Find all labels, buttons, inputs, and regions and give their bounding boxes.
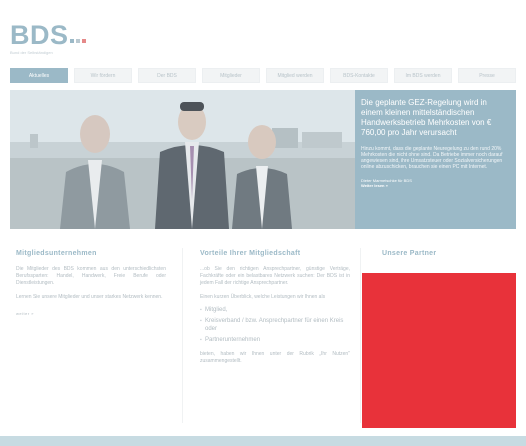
list-item: Kreisverband / bzw. Ansprechpartner für … [200, 317, 350, 333]
list-item: Partnerunternehmen [200, 336, 350, 344]
nav-item-der-bds[interactable]: Der BDS [138, 68, 196, 83]
benefits-list: Mitglied, Kreisverband / bzw. Ansprechpa… [200, 306, 350, 344]
hero-read-more-link[interactable]: Weiter lesen » [361, 183, 510, 188]
hero-headline: Die geplante GEZ-Regelung wird in einem … [361, 98, 492, 137]
benefits-text-2: Einen kurzen Überblick, welche Leistunge… [200, 294, 326, 300]
footer-bar [0, 436, 526, 446]
logo-dots [69, 34, 87, 44]
members-title: Mitgliedsunternehmen [16, 250, 97, 257]
hero-banner: Die geplante GEZ-Regelung wird in einem … [10, 90, 516, 229]
nav-item-aktuelles[interactable]: Aktuelles [10, 68, 68, 83]
list-item: Mitglied, [200, 306, 350, 314]
logo-text: BDS [10, 20, 69, 50]
benefits-text-3: bieten, haben wir Ihnen unter der Rubrik… [200, 351, 350, 364]
column-divider [360, 248, 361, 423]
benefits-text-1: ...ob Sie den richtigen Ansprechpartner,… [200, 266, 350, 286]
nav-item-wir-foerdern[interactable]: Wir fördern [74, 68, 132, 83]
logo-subtitle: Bund der Selbständigen [10, 50, 53, 55]
partners-title: Unsere Partner [382, 250, 437, 257]
bds-logo[interactable]: BDS Bund der Selbständigen [10, 22, 120, 62]
partners-column: Unsere Partner [382, 250, 512, 257]
hero-photo [10, 90, 355, 229]
nav-item-im-bds-werden[interactable]: Im BDS werden [394, 68, 452, 83]
nav-item-mitglieder[interactable]: Mitglieder [202, 68, 260, 83]
nav-item-mitglied-werden[interactable]: Mitglied werden [266, 68, 324, 83]
nav-item-bds-kontakte[interactable]: BDS-Kontakte [330, 68, 388, 83]
hero-text-panel: Die geplante GEZ-Regelung wird in einem … [355, 90, 516, 229]
nav-item-presse[interactable]: Presse [458, 68, 516, 83]
benefits-column: Vorteile Ihrer Mitgliedschaft ...ob Sie … [200, 250, 350, 365]
hero-body: Hinzu kommt, dass die geplante Neuregelu… [361, 146, 503, 170]
members-more-link[interactable]: weiter » [16, 311, 166, 316]
hero-photo-illustration [10, 90, 355, 229]
partner-logo-box[interactable] [362, 273, 516, 428]
benefits-title: Vorteile Ihrer Mitgliedschaft [200, 250, 301, 257]
members-text-2: Lernen Sie unsere Mitglieder und unser s… [16, 294, 163, 300]
main-navigation: Aktuelles Wir fördern Der BDS Mitglieder… [10, 68, 516, 83]
members-column: Mitgliedsunternehmen Die Mitglieder des … [16, 250, 166, 316]
column-divider [182, 248, 183, 423]
members-text-1: Die Mitglieder des BDS kommen aus den un… [16, 266, 166, 286]
